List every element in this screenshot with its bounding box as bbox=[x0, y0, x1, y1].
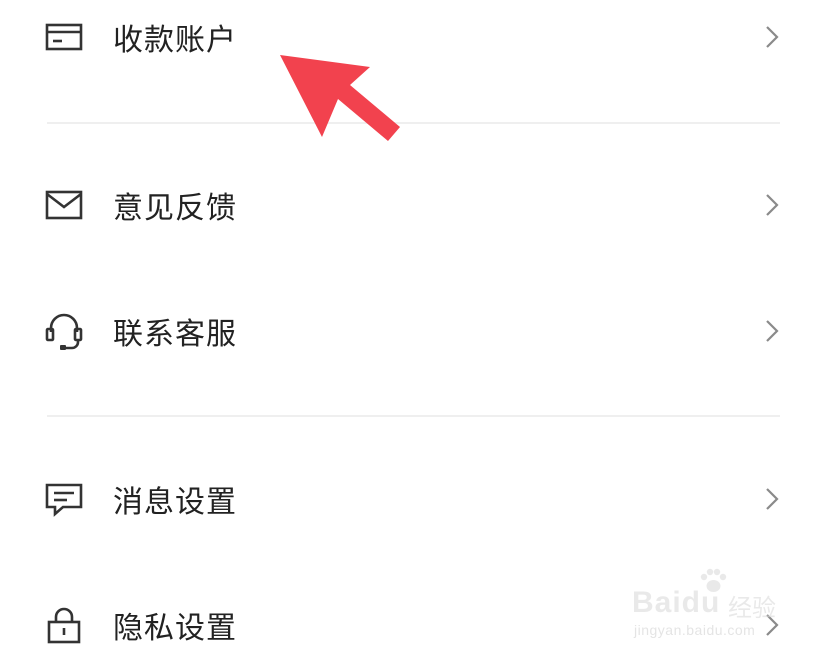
lock-icon bbox=[44, 605, 84, 645]
menu-item-feedback[interactable]: 意见反馈 bbox=[0, 160, 828, 250]
menu-item-message-settings[interactable]: 消息设置 bbox=[0, 454, 828, 544]
menu-item-label: 消息设置 bbox=[113, 485, 237, 520]
menu-item-label: 意见反馈 bbox=[113, 191, 237, 226]
chevron-right-icon bbox=[760, 487, 784, 511]
chevron-right-icon bbox=[760, 319, 784, 343]
menu-item-label: 隐私设置 bbox=[113, 611, 237, 646]
bank-card-icon bbox=[44, 17, 84, 57]
menu-item-label: 收款账户 bbox=[113, 23, 237, 58]
divider bbox=[47, 122, 780, 124]
watermark-url: jingyan.baidu.com bbox=[634, 622, 756, 638]
message-icon bbox=[44, 479, 84, 519]
watermark-product: 经验 bbox=[728, 594, 776, 622]
chevron-right-icon bbox=[760, 193, 784, 217]
menu-item-payment-account[interactable]: 收款账户 bbox=[0, 0, 828, 82]
menu-item-label: 联系客服 bbox=[113, 317, 237, 352]
red-arrow-annotation bbox=[270, 45, 410, 155]
watermark-brand: Baidu bbox=[632, 586, 721, 619]
divider bbox=[47, 415, 780, 417]
envelope-icon bbox=[44, 185, 84, 225]
headset-icon bbox=[44, 311, 84, 351]
chevron-right-icon bbox=[760, 25, 784, 49]
baidu-watermark: Baidu 经验 jingyan.baidu.com bbox=[632, 568, 792, 646]
menu-item-customer-service[interactable]: 联系客服 bbox=[0, 286, 828, 376]
